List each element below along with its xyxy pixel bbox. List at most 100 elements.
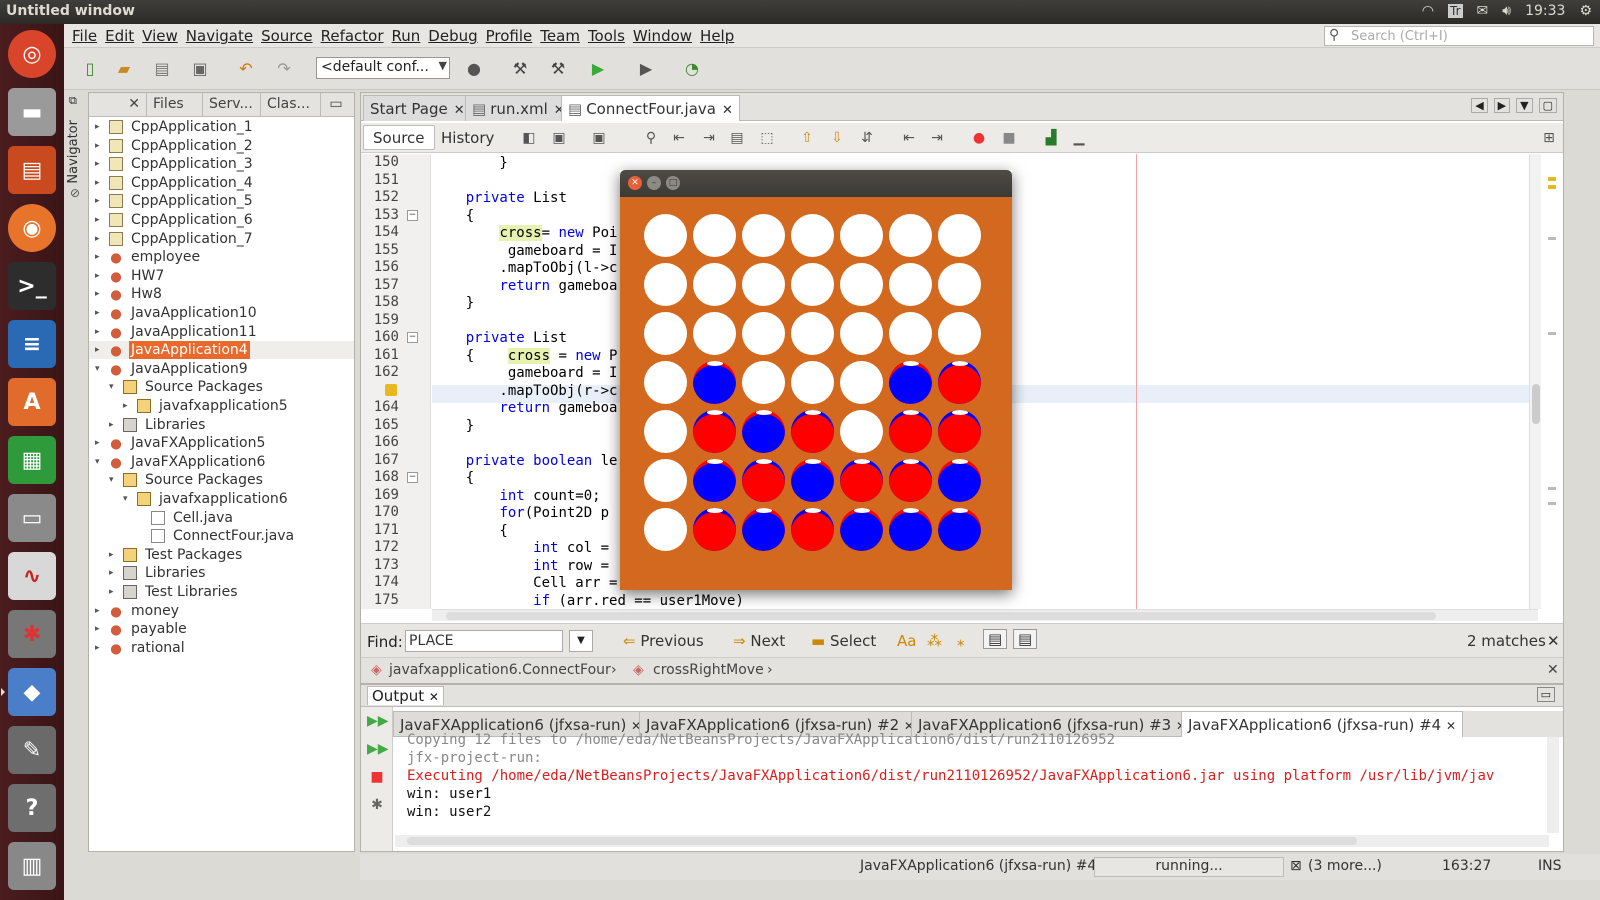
board-cell-empty[interactable] bbox=[791, 214, 834, 257]
board-cell-red[interactable] bbox=[693, 508, 736, 551]
code-line[interactable]: private List bbox=[432, 329, 567, 347]
expand-arrow-closed-icon[interactable]: ▸ bbox=[95, 602, 100, 620]
tree-item[interactable]: ▸ JavaFXApplication5 bbox=[89, 434, 354, 452]
rerun-with-params-icon[interactable]: ▶▶ bbox=[367, 741, 389, 761]
board-cell-red[interactable] bbox=[693, 410, 736, 453]
clean-build-icon[interactable]: ⚒ bbox=[546, 57, 570, 79]
tree-item[interactable]: ▸ JavaApplication10 bbox=[89, 304, 354, 322]
wrap-around-icon[interactable]: ▤ bbox=[1013, 629, 1038, 649]
tree-item[interactable]: ▸ Hw8 bbox=[89, 285, 354, 303]
board-cell-empty[interactable] bbox=[644, 410, 687, 453]
system-settings-icon[interactable]: ✱ bbox=[8, 610, 56, 658]
expand-arrow-closed-icon[interactable]: ▸ bbox=[109, 546, 114, 564]
board-cell-blue[interactable] bbox=[938, 508, 981, 551]
tree-item[interactable]: ▸ Libraries bbox=[89, 416, 354, 434]
expand-arrow-closed-icon[interactable]: ▸ bbox=[95, 174, 100, 192]
whole-words-icon[interactable]: ⁂ bbox=[927, 632, 942, 650]
maximize-icon[interactable]: □ bbox=[666, 176, 680, 190]
code-line[interactable]: gameboard = I bbox=[432, 364, 618, 382]
tree-item[interactable]: ▸ Test Libraries bbox=[89, 583, 354, 601]
code-line[interactable]: } bbox=[432, 417, 474, 435]
toggle-highlight-icon[interactable]: ▤ bbox=[727, 128, 747, 148]
terminal-icon[interactable]: >_ bbox=[8, 262, 56, 310]
toggle-bookmark-icon[interactable]: ⇵ bbox=[857, 128, 877, 148]
tree-item[interactable]: ▸ money bbox=[89, 602, 354, 620]
expand-arrow-closed-icon[interactable]: ▸ bbox=[95, 639, 100, 657]
tree-item[interactable]: ▸ JavaApplication11 bbox=[89, 323, 354, 341]
hint-bulb-icon[interactable] bbox=[385, 383, 397, 396]
next-bookmark-icon[interactable]: ⇩ bbox=[827, 128, 847, 148]
expand-arrow-closed-icon[interactable]: ▸ bbox=[95, 341, 100, 359]
more-tasks-link[interactable]: (3 more...) bbox=[1308, 858, 1382, 874]
clock[interactable]: 19:33 bbox=[1525, 3, 1565, 19]
close-icon[interactable]: ✕ bbox=[1547, 632, 1560, 650]
menu-view[interactable]: View bbox=[138, 27, 182, 45]
board-cell-empty[interactable] bbox=[742, 312, 785, 355]
output-horizontal-scrollbar[interactable] bbox=[395, 835, 1549, 847]
tree-item[interactable]: ▸ CppApplication_2 bbox=[89, 137, 354, 155]
expand-arrow-closed-icon[interactable]: ▸ bbox=[109, 583, 114, 601]
expand-arrow-open-icon[interactable]: ▾ bbox=[109, 471, 114, 489]
restore-window-icon[interactable]: ⧉ bbox=[69, 94, 77, 108]
board-cell-empty[interactable] bbox=[644, 263, 687, 306]
board-cell-empty[interactable] bbox=[693, 263, 736, 306]
previous-button[interactable]: ⇐ Previous bbox=[623, 632, 704, 650]
expand-arrow-closed-icon[interactable]: ▸ bbox=[95, 192, 100, 210]
menu-edit[interactable]: Edit bbox=[101, 27, 138, 45]
menu-team[interactable]: Team bbox=[536, 27, 584, 45]
close-icon[interactable]: ✕ bbox=[1547, 662, 1559, 678]
board-cell-empty[interactable] bbox=[791, 263, 834, 306]
new-file-icon[interactable]: ▯ bbox=[78, 57, 102, 79]
tree-item[interactable]: Cell.java bbox=[89, 509, 354, 527]
code-line[interactable]: return gameboa bbox=[432, 277, 617, 295]
board-cell-empty[interactable] bbox=[840, 214, 883, 257]
code-line[interactable]: } bbox=[432, 154, 507, 172]
tree-item[interactable]: ▾ JavaApplication9 bbox=[89, 360, 354, 378]
file-cabinet-icon[interactable]: ▭ bbox=[8, 494, 56, 542]
match-case-icon[interactable]: Aa bbox=[897, 632, 916, 650]
tab-services[interactable]: Serv... bbox=[203, 93, 261, 117]
last-edit-icon[interactable]: ◧ bbox=[519, 128, 539, 148]
board-cell-red[interactable] bbox=[938, 361, 981, 404]
output-text[interactable]: Copying 12 files to /home/eda/NetBeansPr… bbox=[407, 731, 1547, 827]
scroll-right-icon[interactable]: ▶ bbox=[1493, 98, 1511, 113]
tree-item[interactable]: ▸ CppApplication_1 bbox=[89, 118, 354, 136]
code-line[interactable]: { cross = new P bbox=[432, 347, 617, 365]
expand-arrow-closed-icon[interactable]: ▸ bbox=[95, 434, 100, 452]
expand-arrow-closed-icon[interactable]: ▸ bbox=[95, 155, 100, 173]
tab-classes[interactable]: Clas... bbox=[261, 93, 321, 117]
tree-item[interactable]: ▸ Libraries bbox=[89, 564, 354, 582]
search-input[interactable]: ⚲ Search (Ctrl+I) bbox=[1324, 26, 1594, 46]
close-icon[interactable]: ✕ bbox=[454, 103, 465, 118]
disk-drive-icon[interactable]: ▬ bbox=[8, 88, 56, 136]
network-icon[interactable]: ◠ bbox=[1422, 3, 1434, 19]
tree-item[interactable]: ▸ CppApplication_4 bbox=[89, 174, 354, 192]
help-icon[interactable]: ? bbox=[8, 784, 56, 832]
tree-item[interactable]: ▸ CppApplication_3 bbox=[89, 155, 354, 173]
stop-macro-icon[interactable]: ■ bbox=[999, 128, 1019, 148]
board-cell-empty[interactable] bbox=[742, 263, 785, 306]
tree-item[interactable]: ▸ CppApplication_6 bbox=[89, 211, 354, 229]
expand-arrow-open-icon[interactable]: ▾ bbox=[123, 490, 128, 508]
open-project-icon[interactable]: ▤ bbox=[150, 57, 174, 79]
stop-icon[interactable]: ■ bbox=[367, 769, 387, 789]
navigator-label[interactable]: Navigator bbox=[66, 120, 81, 184]
menu-debug[interactable]: Debug bbox=[424, 27, 481, 45]
scroll-thumb[interactable] bbox=[446, 612, 1436, 620]
code-line[interactable]: { bbox=[432, 522, 507, 540]
fold-toggle-icon[interactable]: − bbox=[407, 472, 418, 483]
rerun-icon[interactable]: ▶▶ bbox=[367, 713, 389, 733]
next-button[interactable]: ⇒ Next bbox=[733, 632, 785, 650]
code-line[interactable]: { bbox=[432, 469, 474, 487]
menu-tools[interactable]: Tools bbox=[584, 27, 629, 45]
save-all-icon[interactable]: ▣ bbox=[188, 57, 212, 79]
undo-icon[interactable]: ↶ bbox=[234, 57, 258, 79]
mail-icon[interactable]: ✉ bbox=[1477, 3, 1489, 19]
tree-item[interactable]: ▾ JavaFXApplication6 bbox=[89, 453, 354, 471]
editor-vertical-scrollbar[interactable] bbox=[1529, 154, 1541, 609]
board-cell-blue[interactable] bbox=[889, 508, 932, 551]
software-center-icon[interactable]: A bbox=[8, 378, 56, 426]
tab-connectfour-java[interactable]: ▤ ConnectFour.java ✕ bbox=[561, 95, 740, 121]
pdf-viewer-icon[interactable]: ∿ bbox=[8, 552, 56, 600]
expand-arrow-closed-icon[interactable]: ▸ bbox=[95, 285, 100, 303]
